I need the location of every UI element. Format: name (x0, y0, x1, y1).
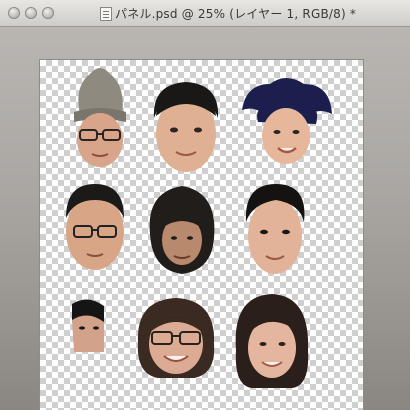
face-cutout-1[interactable] (66, 64, 134, 172)
minimize-window-button[interactable] (25, 7, 37, 19)
window-title: パネル.psd @ 25% (レイヤー 1, RGB/8) * (115, 7, 357, 21)
face-cutout-2[interactable] (148, 78, 224, 176)
face-5-image (149, 186, 215, 274)
window-title-bar[interactable]: パネル.psd @ 25% (レイヤー 1, RGB/8) * (0, 0, 410, 27)
face-4-image (66, 184, 124, 270)
face-3-image (242, 78, 332, 164)
face-2-image (153, 82, 219, 172)
face-1-image (74, 68, 126, 167)
zoom-window-button[interactable] (42, 7, 54, 19)
face-cutout-8[interactable] (134, 294, 218, 378)
face-7-image (72, 299, 104, 352)
face-cutout-4[interactable] (60, 180, 130, 276)
close-window-button[interactable] (8, 7, 20, 19)
face-cutout-5[interactable] (146, 182, 218, 278)
face-cutout-6[interactable] (242, 182, 308, 278)
face-cutout-9[interactable] (232, 290, 312, 388)
face-cutout-3[interactable] (240, 74, 334, 168)
face-9-image (235, 294, 309, 388)
document-icon (100, 7, 112, 21)
face-cutout-7[interactable] (70, 296, 106, 354)
face-6-image (245, 184, 305, 274)
face-8-image (137, 298, 215, 378)
screen: パネル.psd @ 25% (レイヤー 1, RGB/8) * (0, 0, 410, 410)
document-canvas[interactable] (40, 60, 363, 410)
